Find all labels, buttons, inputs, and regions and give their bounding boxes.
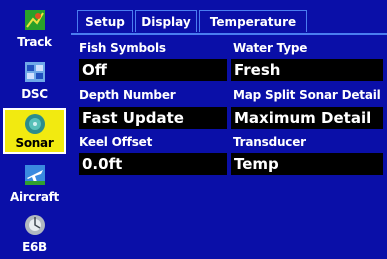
sidebar: Track DSC Sonar Aircraft E6B — [0, 0, 71, 259]
tab-temperature[interactable]: Temperature — [199, 10, 307, 32]
transducer-label: Transducer — [233, 135, 306, 149]
map-split-sonar-detail-label: Map Split Sonar Detail — [233, 88, 381, 102]
dsc-icon — [25, 62, 45, 82]
sidebar-item-label: E6B — [22, 240, 47, 254]
sidebar-item-track[interactable]: Track — [3, 5, 66, 52]
tab-display[interactable]: Display — [135, 10, 197, 32]
sidebar-item-dsc[interactable]: DSC — [3, 57, 66, 104]
fish-symbols-label: Fish Symbols — [79, 41, 166, 55]
keel-offset-field[interactable]: 0.0ft — [79, 153, 227, 175]
water-type-label: Water Type — [233, 41, 308, 55]
sidebar-item-label: Aircraft — [9, 190, 59, 204]
sidebar-item-label: Sonar — [15, 136, 54, 150]
sidebar-item-label: DSC — [21, 87, 48, 101]
sidebar-item-aircraft[interactable]: Aircraft — [3, 160, 66, 207]
settings-panel: Setup Display Temperature Fish Symbols O… — [71, 0, 387, 259]
aircraft-icon — [25, 165, 45, 185]
sonar-icon — [25, 114, 45, 134]
track-icon — [25, 10, 45, 30]
tab-setup[interactable]: Setup — [77, 10, 133, 32]
map-split-sonar-detail-field[interactable]: Maximum Detail — [231, 107, 383, 129]
sidebar-item-label: Track — [17, 35, 52, 49]
fish-symbols-field[interactable]: Off — [79, 59, 227, 81]
water-type-field[interactable]: Fresh — [231, 59, 383, 81]
sidebar-item-e6b[interactable]: E6B — [3, 210, 66, 257]
tab-divider — [71, 33, 387, 35]
e6b-icon — [25, 215, 45, 235]
depth-number-field[interactable]: Fast Update — [79, 107, 227, 129]
keel-offset-label: Keel Offset — [79, 135, 153, 149]
sidebar-item-sonar[interactable]: Sonar — [3, 108, 66, 154]
depth-number-label: Depth Number — [79, 88, 176, 102]
transducer-field[interactable]: Temp — [231, 153, 383, 175]
tab-bar: Setup Display Temperature — [77, 10, 377, 32]
